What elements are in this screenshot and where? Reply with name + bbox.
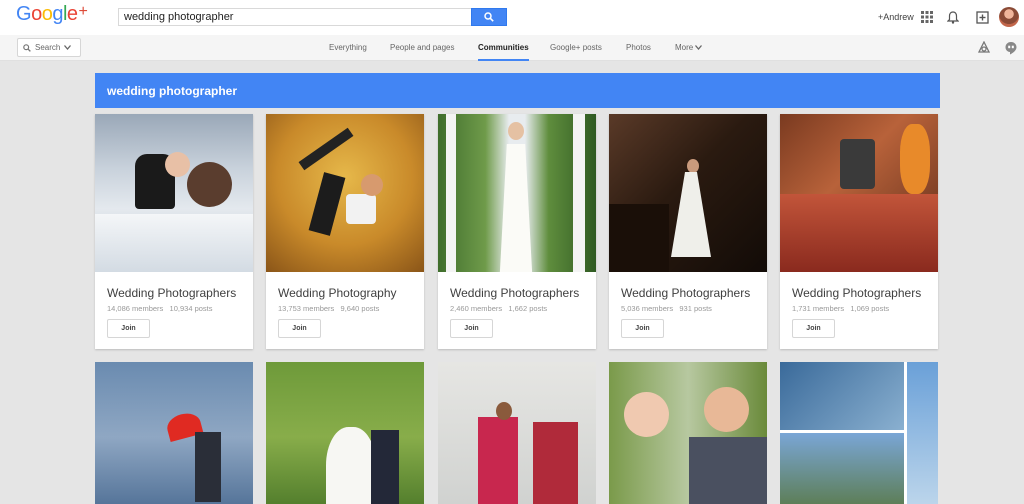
community-card[interactable]: Wedding Photographers 2,460 members 1,66…	[438, 114, 596, 349]
community-members: 14,086 members	[107, 304, 164, 313]
apps-icon[interactable]	[921, 11, 933, 23]
hangouts-circles-icon[interactable]	[977, 40, 991, 55]
community-posts: 1,662 posts	[508, 304, 548, 313]
community-members: 1,731 members	[792, 304, 845, 313]
community-stats: 5,036 members 931 posts	[621, 304, 712, 313]
community-name[interactable]: Wedding Photographers	[621, 286, 750, 300]
community-card[interactable]: Wedding Photographers 14,086 members 10,…	[95, 114, 253, 349]
tab-google-plus-posts[interactable]: Google+ posts	[550, 35, 602, 61]
join-button[interactable]: Join	[107, 319, 150, 338]
community-cover-image	[780, 362, 938, 504]
community-cover-image	[780, 114, 938, 272]
tab-everything[interactable]: Everything	[329, 35, 367, 61]
community-card[interactable]	[266, 362, 424, 504]
search-button[interactable]	[471, 8, 507, 26]
community-posts: 931 posts	[679, 304, 712, 313]
community-name[interactable]: Wedding Photography	[278, 286, 397, 300]
community-stats: 14,086 members 10,934 posts	[107, 304, 213, 313]
community-members: 2,460 members	[450, 304, 503, 313]
community-posts: 9,640 posts	[340, 304, 380, 313]
community-card[interactable]	[95, 362, 253, 504]
community-card[interactable]: Wedding Photographers 1,731 members 1,06…	[780, 114, 938, 349]
result-type-tabs: Everything People and pages Communities …	[0, 35, 1024, 61]
results-banner: wedding photographer	[95, 73, 940, 108]
tab-people-and-pages[interactable]: People and pages	[390, 35, 455, 61]
bell-icon[interactable]	[946, 10, 960, 24]
community-cover-image	[95, 114, 253, 272]
join-button[interactable]: Join	[450, 319, 493, 338]
community-cover-image	[609, 114, 767, 272]
community-stats: 1,731 members 1,069 posts	[792, 304, 889, 313]
join-button[interactable]: Join	[621, 319, 664, 338]
community-members: 5,036 members	[621, 304, 674, 313]
search-subbar: Search Everything People and pages Commu…	[0, 35, 1024, 61]
tab-communities[interactable]: Communities	[478, 35, 529, 61]
community-card[interactable]	[780, 362, 938, 504]
tab-photos[interactable]: Photos	[626, 35, 651, 61]
google-plus-logo[interactable]: Google+	[16, 3, 88, 26]
user-name-link[interactable]: +Andrew	[878, 12, 914, 22]
join-button[interactable]: Join	[792, 319, 835, 338]
community-cover-image	[95, 362, 253, 504]
logo-plus: +	[78, 3, 88, 20]
community-name[interactable]: Wedding Photographers	[107, 286, 236, 300]
community-posts: 10,934 posts	[169, 304, 213, 313]
community-card[interactable]	[438, 362, 596, 504]
tab-more[interactable]: More	[675, 35, 703, 61]
community-card[interactable]	[609, 362, 767, 504]
tab-more-label: More	[675, 43, 694, 52]
community-cover-image	[438, 114, 596, 272]
community-members: 13,753 members	[278, 304, 335, 313]
community-card[interactable]: Wedding Photography 13,753 members 9,640…	[266, 114, 424, 349]
community-cover-image	[266, 114, 424, 272]
search-icon	[484, 12, 494, 22]
community-stats: 2,460 members 1,662 posts	[450, 304, 547, 313]
share-icon[interactable]	[975, 10, 989, 24]
community-name[interactable]: Wedding Photographers	[792, 286, 921, 300]
community-cover-image	[609, 362, 767, 504]
community-posts: 1,069 posts	[850, 304, 890, 313]
community-stats: 13,753 members 9,640 posts	[278, 304, 379, 313]
chevron-down-icon	[695, 45, 703, 50]
top-bar: Google+ +Andrew	[0, 0, 1024, 35]
hangouts-icon[interactable]	[1004, 41, 1018, 55]
search-input[interactable]	[118, 8, 471, 26]
community-cover-image	[438, 362, 596, 504]
avatar[interactable]	[999, 7, 1019, 27]
results-title: wedding photographer	[107, 84, 237, 98]
community-cover-image	[266, 362, 424, 504]
community-name[interactable]: Wedding Photographers	[450, 286, 579, 300]
community-card[interactable]: Wedding Photographers 5,036 members 931 …	[609, 114, 767, 349]
join-button[interactable]: Join	[278, 319, 321, 338]
